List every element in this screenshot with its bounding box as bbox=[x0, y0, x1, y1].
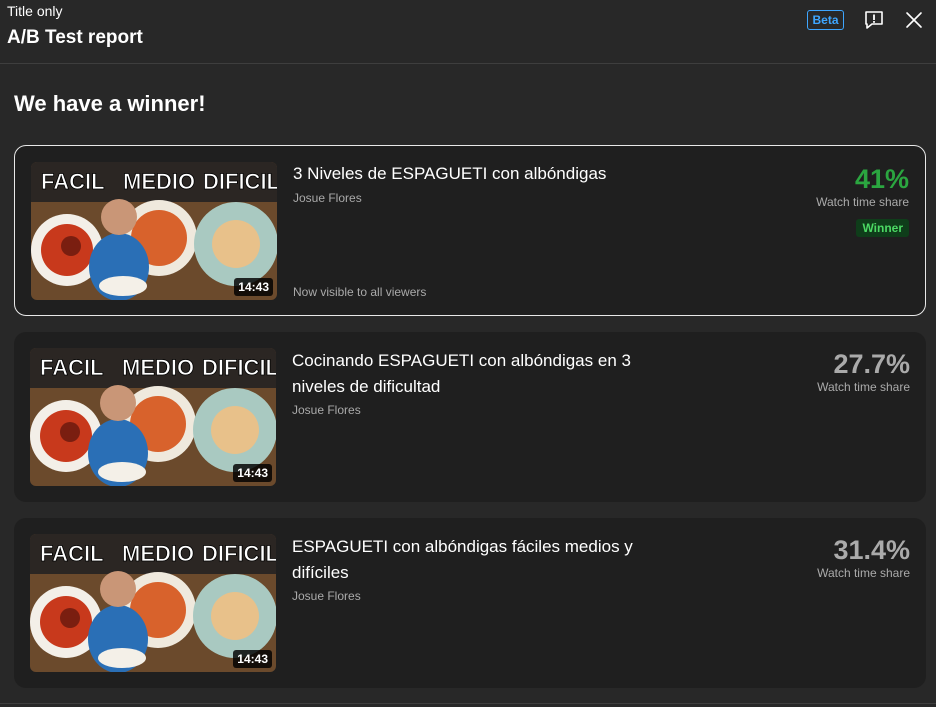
thumbnail-word: MEDIO bbox=[122, 355, 194, 380]
close-button[interactable] bbox=[902, 8, 926, 32]
feedback-button[interactable] bbox=[862, 8, 886, 32]
result-headline: We have a winner! bbox=[14, 91, 206, 116]
watch-time-label: Watch time share bbox=[816, 195, 909, 209]
video-thumbnail: FACIL MEDIO DIFICIL 14:43 bbox=[30, 534, 276, 672]
variant-card-3: FACIL MEDIO DIFICIL 14:43 ESPAGUETI con … bbox=[14, 518, 926, 688]
thumbnail-word: DIFICIL bbox=[203, 169, 277, 194]
report-title: A/B Test report bbox=[7, 27, 143, 48]
watch-time-label: Watch time share bbox=[817, 380, 910, 394]
video-title: Cocinando ESPAGUETI con albóndigas en 3 … bbox=[292, 351, 631, 396]
beta-badge: Beta bbox=[807, 10, 844, 30]
thumbnail-word: MEDIO bbox=[122, 541, 194, 566]
close-icon bbox=[906, 12, 922, 28]
video-duration: 14:43 bbox=[233, 650, 272, 668]
watch-time-label: Watch time share bbox=[817, 566, 910, 580]
thumbnail-word: FACIL bbox=[41, 169, 105, 194]
test-type-label: Title only bbox=[7, 3, 63, 19]
video-thumbnail: FACIL MEDIO DIFICIL 14:43 bbox=[30, 348, 276, 486]
feedback-icon bbox=[865, 11, 883, 29]
thumbnail-word: FACIL bbox=[40, 355, 104, 380]
channel-name: Josue Flores bbox=[292, 403, 361, 417]
thumbnail-word: DIFICIL bbox=[202, 541, 276, 566]
thumbnail-word: DIFICIL bbox=[202, 355, 276, 380]
watch-time-percent: 41% bbox=[854, 164, 909, 194]
thumbnail-word: MEDIO bbox=[123, 169, 195, 194]
variant-card-2: FACIL MEDIO DIFICIL 14:43 Cocinando ESPA… bbox=[14, 332, 926, 502]
winner-badge: Winner bbox=[856, 219, 909, 237]
channel-name: Josue Flores bbox=[292, 589, 361, 603]
watch-time-percent: 31.4% bbox=[833, 535, 910, 565]
watch-time-percent: 27.7% bbox=[833, 349, 910, 379]
report-header: Title only A/B Test report Beta bbox=[0, 0, 936, 64]
footer-divider bbox=[0, 703, 936, 704]
thumbnail-word: FACIL bbox=[40, 541, 104, 566]
video-title: 3 Niveles de ESPAGUETI con albóndigas bbox=[293, 164, 607, 183]
visibility-note: Now visible to all viewers bbox=[293, 285, 427, 299]
video-thumbnail: FACIL MEDIO DIFICIL 14:43 bbox=[31, 162, 277, 300]
channel-name: Josue Flores bbox=[293, 191, 362, 205]
video-duration: 14:43 bbox=[233, 464, 272, 482]
video-title: ESPAGUETI con albóndigas fáciles medios … bbox=[292, 537, 633, 582]
video-duration: 14:43 bbox=[234, 278, 273, 296]
variant-card-1: FACIL MEDIO DIFICIL 14:43 3 Niveles de E… bbox=[14, 145, 926, 316]
